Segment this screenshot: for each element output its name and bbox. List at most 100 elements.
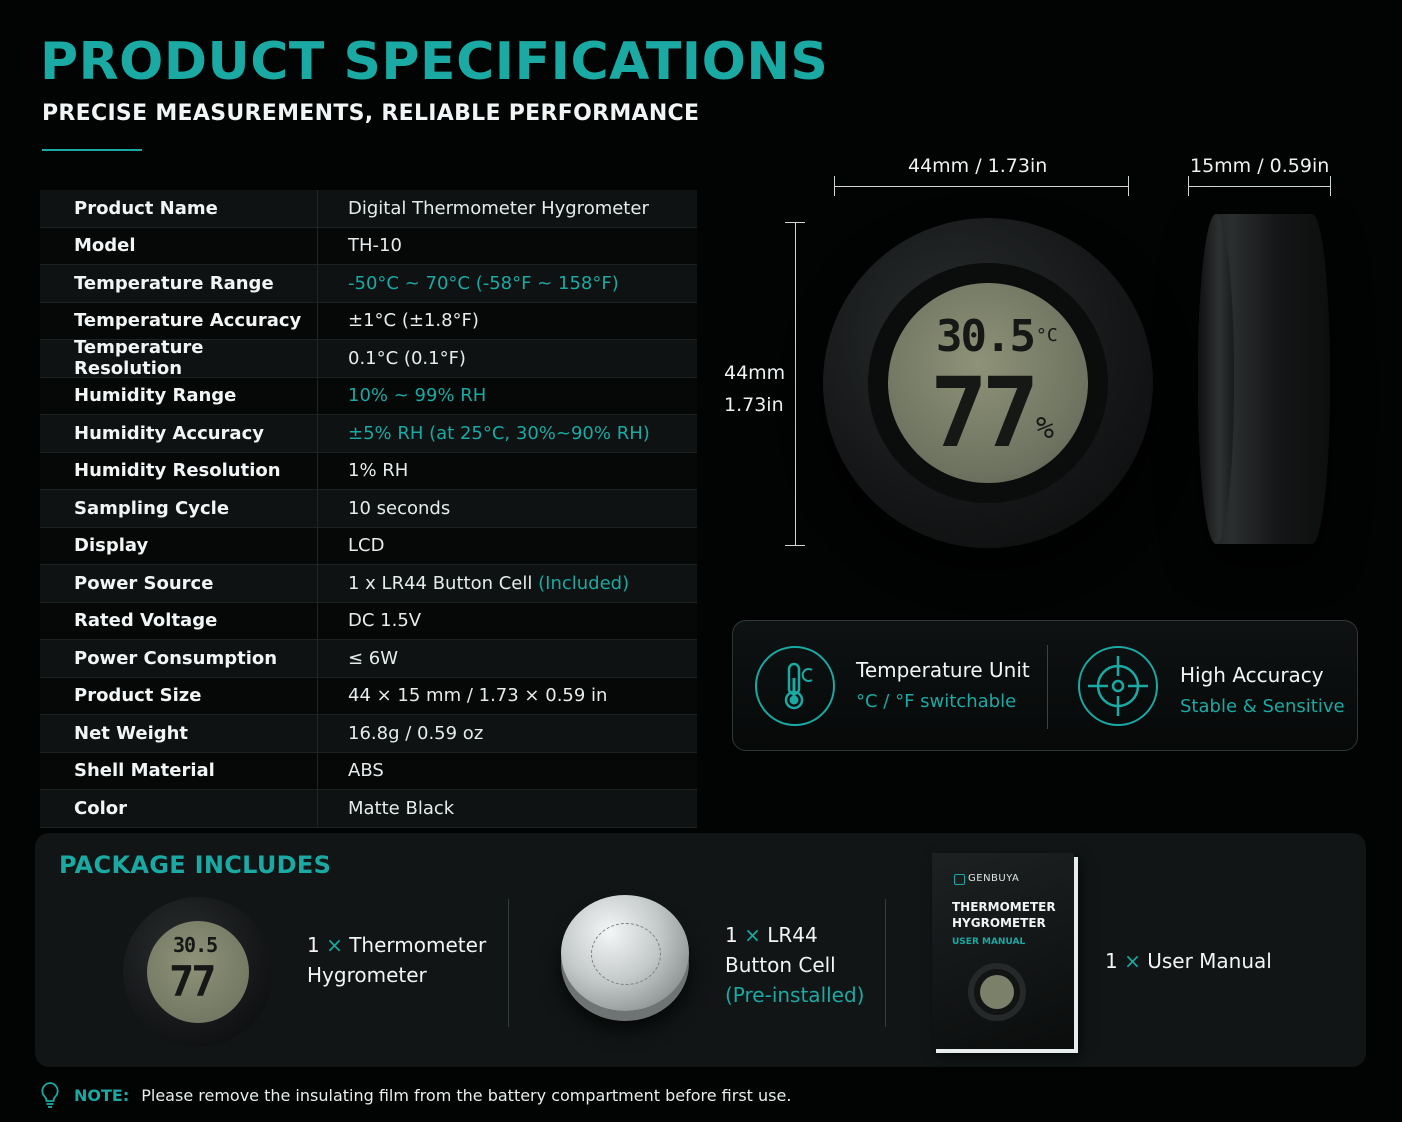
spec-label: Rated Voltage (40, 602, 318, 639)
spec-label: Humidity Accuracy (40, 415, 318, 452)
spec-row-model: Model TH-10 (40, 227, 697, 265)
spec-value-main: 1 x LR44 Button Cell (348, 572, 533, 594)
spec-row-humidity-range: Humidity Range 10% ~ 99% RH (40, 377, 697, 415)
spec-table: Product Name Digital Thermometer Hygrome… (40, 190, 697, 828)
note-label: NOTE: (74, 1085, 130, 1105)
spec-row-display: Display LCD (40, 527, 697, 565)
package-item-line: Thermometer (349, 933, 487, 957)
title-underline (42, 149, 142, 151)
package-divider (885, 899, 886, 1027)
package-item-thermometer: 1 × Thermometer Hygrometer (307, 930, 486, 990)
spec-label: Sampling Cycle (40, 490, 318, 527)
spec-label: Display (40, 527, 318, 564)
height-dimension-tick (785, 545, 805, 546)
spec-row-temperature-resolution: Temperature Resolution 0.1°C (0.1°F) (40, 337, 697, 379)
spec-row-net-weight: Net Weight 16.8g / 0.59 oz (40, 715, 697, 753)
lightbulb-icon (41, 1082, 59, 1108)
feature-card: Temperature Unit °C / °F switchable High… (732, 620, 1358, 751)
package-item-battery: 1 × LR44 Button Cell (Pre-installed) (725, 920, 864, 1010)
spec-label: Humidity Resolution (40, 452, 318, 489)
target-crosshair-icon (1078, 646, 1158, 726)
spec-row-humidity-accuracy: Humidity Accuracy ±5% RH (at 25°C, 30%~9… (40, 415, 697, 453)
depth-dimension-line (1188, 186, 1330, 187)
spec-label: Color (40, 790, 318, 827)
manual-title-line: HYGROMETER (952, 916, 1046, 930)
package-qty: 1 (1105, 949, 1118, 973)
manual-device-illustration (968, 963, 1026, 1021)
width-dimension-tick (834, 176, 835, 196)
spec-label: Net Weight (40, 715, 318, 752)
spec-value: ±1°C (±1.8°F) (348, 310, 479, 332)
spec-label: Product Size (40, 677, 318, 714)
spec-row-power-consumption: Power Consumption ≤ 6W (40, 640, 697, 678)
depth-dimension-label: 15mm / 0.59in (1190, 155, 1330, 177)
package-battery-image (561, 895, 689, 1011)
spec-value: 16.8g / 0.59 oz (348, 722, 484, 744)
feature-title-high-accuracy: High Accuracy (1180, 663, 1324, 687)
feature-divider (1047, 645, 1048, 729)
spec-value: -50°C ~ 70°C (-58°F ~ 158°F) (348, 272, 619, 294)
spec-row-temperature-accuracy: Temperature Accuracy ±1°C (±1.8°F) (40, 302, 697, 340)
spec-value: 10% ~ 99% RH (348, 385, 487, 407)
spec-label: Model (40, 227, 318, 264)
spec-row-color: Color Matte Black (40, 790, 697, 828)
spec-row-humidity-resolution: Humidity Resolution 1% RH (40, 452, 697, 490)
package-item-line: LR44 (767, 923, 818, 947)
spec-label: Humidity Range (40, 377, 318, 414)
mini-lcd-humidity: 77 (169, 957, 217, 1006)
spec-value: 0.1°C (0.1°F) (348, 347, 466, 369)
spec-label: Product Name (40, 190, 318, 227)
package-item-note: (Pre-installed) (725, 983, 865, 1007)
package-qty: 1 (307, 933, 320, 957)
depth-dimension-tick (1188, 176, 1189, 196)
page-subtitle: PRECISE MEASUREMENTS, RELIABLE PERFORMAN… (42, 101, 700, 126)
width-dimension-line (834, 186, 1128, 187)
spec-row-product-size: Product Size 44 × 15 mm / 1.73 × 0.59 in (40, 677, 697, 715)
spec-value: Matte Black (348, 797, 455, 819)
manual-device-lcd (980, 975, 1014, 1009)
width-dimension-label: 44mm / 1.73in (908, 155, 1048, 177)
spec-row-product-name: Product Name Digital Thermometer Hygrome… (40, 190, 697, 228)
height-dimension-tick (785, 222, 805, 223)
package-times: × (1124, 949, 1141, 973)
package-item-line: Hygrometer (307, 963, 427, 987)
feature-sub-high-accuracy: Stable & Sensitive (1180, 696, 1345, 717)
spec-row-sampling-cycle: Sampling Cycle 10 seconds (40, 490, 697, 528)
note-text: Please remove the insulating film from t… (141, 1085, 792, 1105)
spec-row-temperature-range: Temperature Range -50°C ~ 70°C (-58°F ~ … (40, 265, 697, 303)
spec-value: 1% RH (348, 460, 409, 482)
lcd-humidity-unit: % (1036, 411, 1055, 446)
spec-value: TH-10 (348, 235, 402, 257)
spec-value: ABS (348, 760, 384, 782)
package-item-line: User Manual (1147, 949, 1272, 973)
height-dimension-line (795, 222, 796, 545)
feature-title-temperature-unit: Temperature Unit (856, 658, 1030, 682)
package-times: × (326, 933, 343, 957)
spec-value: 44 × 15 mm / 1.73 × 0.59 in (348, 685, 608, 707)
package-title: PACKAGE INCLUDES (59, 851, 332, 879)
mini-lcd-display: 30.5 77 (147, 921, 249, 1023)
device-side-rim (1198, 214, 1234, 544)
height-dimension-in: 1.73in (724, 394, 784, 416)
page-title: PRODUCT SPECIFICATIONS (40, 32, 829, 92)
lcd-temperature-unit: °C (1036, 325, 1058, 346)
package-item-manual: 1 × User Manual (1105, 946, 1272, 976)
lcd-temperature: 30.5 (936, 311, 1036, 362)
spec-row-power-source: Power Source 1 x LR44 Button Cell (Inclu… (40, 565, 697, 603)
package-qty: 1 (725, 923, 738, 947)
spec-label: Temperature Accuracy (40, 302, 318, 339)
lcd-display: 30.5 °C 77 % (888, 283, 1088, 483)
battery-engraving (591, 923, 661, 985)
spec-value: 1 x LR44 Button Cell (Included) (318, 573, 629, 594)
spec-value: Digital Thermometer Hygrometer (348, 197, 649, 219)
device-front-view: 30.5 °C 77 % (823, 218, 1153, 548)
spec-value: ±5% RH (at 25°C, 30%~90% RH) (348, 422, 650, 444)
spec-value: ≤ 6W (348, 647, 399, 669)
spec-value-extra: (Included) (538, 572, 630, 594)
spec-row-shell-material: Shell Material ABS (40, 752, 697, 790)
note-bar: NOTE: Please remove the insulating film … (40, 1080, 791, 1110)
depth-dimension-tick (1330, 176, 1331, 196)
feature-sub-temperature-unit: °C / °F switchable (856, 691, 1017, 712)
width-dimension-tick (1128, 176, 1129, 196)
spec-label: Power Source (40, 565, 318, 602)
